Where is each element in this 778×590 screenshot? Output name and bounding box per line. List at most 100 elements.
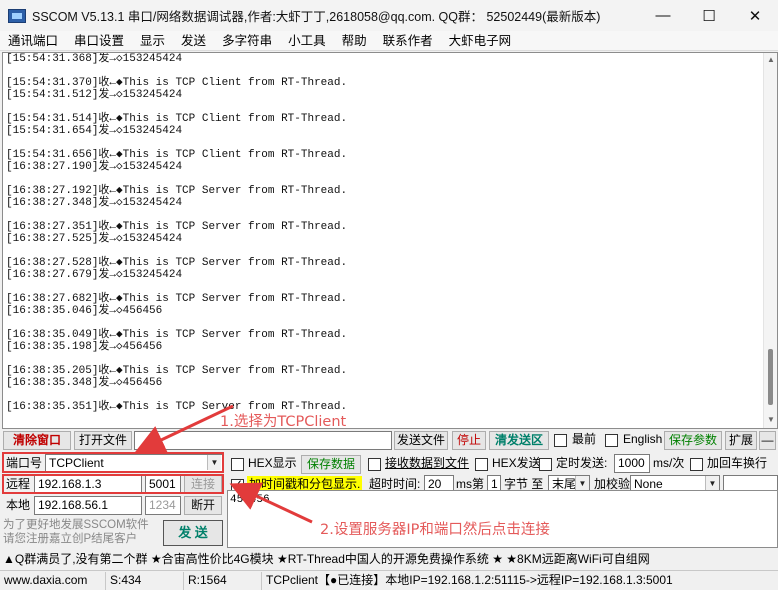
receive-line: [16:38:27.348]发→◇153245424 — [6, 197, 183, 209]
hex-display-checkbox[interactable] — [231, 458, 244, 471]
english-label: English — [623, 432, 663, 446]
topmost-label: 最前 — [572, 432, 597, 446]
menu-send[interactable]: 发送 — [173, 31, 214, 51]
receive-scrollbar[interactable]: ▲ ▼ — [763, 53, 777, 428]
status-received-count: R:1564 — [183, 572, 261, 590]
receive-line: [16:38:35.049]收←◆This is TCP Server from… — [6, 329, 348, 341]
receive-line: [16:38:27.528]收←◆This is TCP Server from… — [6, 257, 348, 269]
clear-send-button[interactable]: 清发送区 — [489, 431, 549, 450]
menu-bar: 通讯端口 串口设置 显示 发送 多字符串 小工具 帮助 联系作者 大虾电子网 — [0, 31, 778, 51]
status-website[interactable]: www.daxia.com — [0, 572, 105, 590]
hex-display-label: HEX显示 — [248, 456, 297, 470]
close-button[interactable]: ✕ — [732, 0, 778, 31]
local-port-input[interactable]: 1234 — [145, 496, 181, 515]
hex-send-checkbox[interactable] — [475, 458, 488, 471]
local-label: 本地 — [6, 498, 31, 512]
receive-line: [16:38:27.351]收←◆This is TCP Server from… — [6, 221, 348, 233]
app-icon — [8, 8, 26, 23]
receive-log: [15:54:31.368]发→◇153245424 [15:54:31.370]… — [6, 53, 761, 413]
receive-line: [16:38:27.190]发→◇153245424 — [6, 161, 183, 173]
scroll-thumb[interactable] — [768, 349, 773, 405]
receive-line: [16:38:35.348]发→◇456456 — [6, 377, 163, 389]
annotation-step-2: 2.设置服务器IP和端口然后点击连接 — [320, 522, 550, 538]
menu-tools[interactable]: 小工具 — [280, 31, 334, 51]
promo-line-1[interactable]: 为了更好地发展SSCOM软件 — [3, 518, 149, 532]
open-file-button[interactable]: 打开文件 — [74, 431, 132, 450]
menu-contact-author[interactable]: 联系作者 — [375, 31, 441, 51]
receive-line: [15:54:31.654]发→◇153245424 — [6, 125, 183, 137]
menu-help[interactable]: 帮助 — [334, 31, 375, 51]
interval-input[interactable]: 1000 — [614, 454, 650, 473]
receive-line: [16:38:27.682]收←◆This is TCP Server from… — [6, 293, 348, 305]
receive-line: [16:38:35.205]收←◆This is TCP Server from… — [6, 365, 348, 377]
save-data-button[interactable]: 保存数据 — [301, 455, 361, 474]
receive-line: [16:38:27.679]发→◇153245424 — [6, 269, 183, 281]
menu-display[interactable]: 显示 — [132, 31, 173, 51]
maximize-button[interactable]: ☐ — [686, 0, 732, 31]
promo-line-2[interactable]: 请您注册嘉立创P结尾客户 — [3, 532, 137, 546]
receive-line: [15:54:31.656]收←◆This is TCP Client from… — [6, 149, 348, 161]
local-ip-select[interactable]: 192.168.56.1 — [34, 496, 142, 515]
receive-blank-line — [6, 101, 761, 113]
add-crlf-checkbox[interactable] — [690, 458, 703, 471]
timed-send-label: 定时发送: — [556, 456, 608, 470]
clear-window-button[interactable]: 清除窗口 — [3, 431, 71, 450]
receive-blank-line — [6, 389, 761, 401]
stop-button[interactable]: 停止 — [452, 431, 486, 450]
receive-blank-line — [6, 173, 761, 185]
title-bar: SSCOM V5.13.1 串口/网络数据调试器,作者:大虾丁丁,2618058… — [0, 0, 778, 31]
receive-blank-line — [6, 317, 761, 329]
hex-send-label: HEX发送 — [492, 456, 541, 470]
expand-button[interactable]: 扩展 — [725, 431, 757, 450]
topmost-checkbox[interactable] — [554, 434, 567, 447]
status-bar: www.daxia.com S:434 R:1564 TCPclient【●已连… — [0, 570, 778, 590]
recv-to-file-label[interactable]: 接收数据到文件 — [385, 455, 469, 472]
status-connection: TCPclient【●已连接】本地IP=192.168.1.2:51115->远… — [261, 572, 778, 590]
recv-to-file-checkbox[interactable] — [368, 458, 381, 471]
receive-line: [15:54:31.514]收←◆This is TCP Client from… — [6, 113, 348, 125]
window-title: SSCOM V5.13.1 串口/网络数据调试器,作者:大虾丁丁,2618058… — [32, 10, 601, 24]
menu-daxia-site[interactable]: 大虾电子网 — [441, 31, 520, 51]
annotation-box-remote — [2, 474, 224, 494]
save-params-button[interactable]: 保存参数 — [664, 431, 722, 450]
english-checkbox[interactable] — [605, 434, 618, 447]
window-controls: — ☐ ✕ — [640, 0, 778, 31]
checksum-dropdown-icon[interactable]: ▼ — [705, 476, 719, 491]
receive-area[interactable]: [15:54:31.368]发→◇153245424 [15:54:31.370]… — [2, 52, 778, 429]
scroll-up-icon[interactable]: ▲ — [766, 55, 776, 65]
receive-line: [15:54:31.512]发→◇153245424 — [6, 89, 183, 101]
menu-comm-port[interactable]: 通讯端口 — [0, 31, 66, 51]
receive-blank-line — [6, 245, 761, 257]
receive-blank-line — [6, 353, 761, 365]
tail-dropdown-icon[interactable]: ▼ — [575, 476, 589, 491]
annotation-box-port — [2, 452, 224, 473]
receive-line: [16:38:27.192]收←◆This is TCP Server from… — [6, 185, 348, 197]
promo-marquee[interactable]: ▲Q群满员了,没有第二个群 ★合宙高性价比4G模块 ★RT-Thread中国人的… — [0, 549, 778, 569]
receive-line: [16:38:35.198]发→◇456456 — [6, 341, 163, 353]
scroll-down-icon[interactable]: ▼ — [766, 415, 776, 425]
main-toolbar: 清除窗口 打开文件 发送文件 停止 清发送区 最前 English 保存参数 扩… — [0, 430, 778, 451]
minimize-button[interactable]: — — [640, 0, 686, 31]
interval-unit: ms/次 — [653, 456, 685, 470]
file-path-field[interactable] — [134, 431, 392, 450]
receive-line: [16:38:27.525]发→◇153245424 — [6, 233, 183, 245]
send-file-button[interactable]: 发送文件 — [394, 431, 448, 450]
sscom-window: SSCOM V5.13.1 串口/网络数据调试器,作者:大虾丁丁,2618058… — [0, 0, 778, 590]
annotation-step-1: 1.选择为TCPClient — [220, 414, 347, 430]
receive-blank-line — [6, 281, 761, 293]
receive-line: [16:38:35.351]收←◆This is TCP Server from… — [6, 401, 348, 413]
timed-send-checkbox[interactable] — [539, 458, 552, 471]
status-sent-count: S:434 — [105, 572, 183, 590]
menu-multi-string[interactable]: 多字符串 — [214, 31, 280, 51]
menu-serial-settings[interactable]: 串口设置 — [66, 31, 132, 51]
send-button[interactable]: 发 送 — [163, 520, 223, 546]
receive-blank-line — [6, 65, 761, 77]
collapse-button[interactable]: — — [759, 431, 776, 450]
add-crlf-label: 加回车换行 — [707, 456, 768, 470]
receive-blank-line — [6, 209, 761, 221]
receive-line: [15:54:31.368]发→◇153245424 — [6, 53, 183, 65]
receive-line: [15:54:31.370]收←◆This is TCP Client from… — [6, 77, 348, 89]
receive-line: [16:38:35.046]发→◇456456 — [6, 305, 163, 317]
send-text-content: 456456 — [230, 494, 270, 506]
disconnect-button[interactable]: 断开 — [184, 496, 222, 515]
